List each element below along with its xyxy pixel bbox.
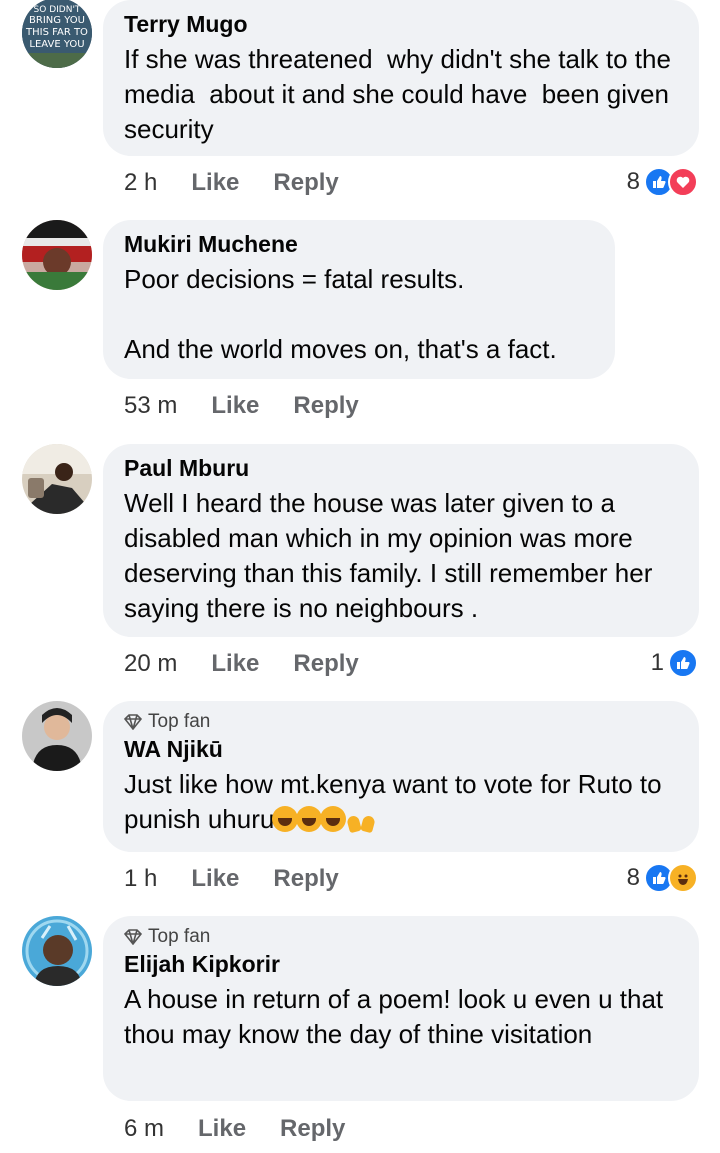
comment-bubble: Paul Mburu Well I heard the house was la…	[103, 444, 699, 637]
avatar[interactable]	[22, 916, 92, 986]
comment-text: Poor decisions = fatal results. And the …	[124, 264, 557, 364]
comment-text-content: Just like how mt.kenya want to vote for …	[124, 769, 669, 834]
diamond-icon	[124, 929, 142, 945]
comment-bubble: Top fan WA Njikū Just like how mt.kenya …	[103, 701, 699, 852]
comment-timestamp[interactable]: 1 h	[124, 865, 157, 893]
top-fan-label: Top fan	[148, 711, 211, 732]
top-fan-badge: Top fan	[124, 926, 679, 948]
comment-text: Just like how mt.kenya want to vote for …	[124, 767, 679, 837]
commenter-name[interactable]: Elijah Kipkorir	[124, 950, 679, 978]
comment-bubble: Terry Mugo If she was threatened why did…	[103, 0, 699, 156]
svg-text:SO DIDN'T: SO DIDN'T	[34, 5, 81, 15]
like-button[interactable]: Like	[191, 169, 239, 197]
svg-text:LEAVE YOU: LEAVE YOU	[29, 39, 84, 50]
svg-text:THIS FAR TO: THIS FAR TO	[25, 27, 88, 38]
love-reaction-icon	[668, 167, 698, 197]
comment-bubble: Mukiri Muchene Poor decisions = fatal re…	[103, 220, 615, 379]
top-fan-badge: Top fan	[124, 711, 679, 733]
reaction-count: 1	[650, 649, 664, 676]
reply-button[interactable]: Reply	[293, 392, 358, 420]
like-button[interactable]: Like	[198, 1115, 246, 1143]
comment-actions: 20 m Like Reply	[124, 650, 393, 678]
comment-text: Well I heard the house was later given t…	[124, 488, 660, 623]
diamond-icon	[124, 714, 142, 730]
commenter-name[interactable]: Mukiri Muchene	[124, 230, 595, 258]
comment-bubble: Top fan Elijah Kipkorir A house in retur…	[103, 916, 699, 1101]
reaction-summary[interactable]: 1	[651, 648, 698, 678]
reply-button[interactable]: Reply	[273, 169, 338, 197]
comment-timestamp[interactable]: 53 m	[124, 392, 177, 420]
comment-text: A house in return of a poem! look u even…	[124, 984, 671, 1049]
reply-button[interactable]: Reply	[293, 650, 358, 678]
commenter-name[interactable]: Terry Mugo	[124, 10, 679, 38]
like-button[interactable]: Like	[211, 392, 259, 420]
laughing-emoji-icon	[272, 806, 299, 832]
avatar[interactable]	[22, 701, 92, 771]
comment-timestamp[interactable]: 2 h	[124, 169, 157, 197]
like-button[interactable]: Like	[191, 865, 239, 893]
reaction-count: 8	[626, 864, 640, 891]
comment-actions: 6 m Like Reply	[124, 1115, 379, 1143]
like-button[interactable]: Like	[211, 650, 259, 678]
reply-button[interactable]: Reply	[280, 1115, 345, 1143]
avatar[interactable]	[22, 220, 92, 290]
rolling-laughing-emoji-icon	[320, 806, 347, 832]
reaction-summary[interactable]: 8	[627, 863, 698, 893]
comment-timestamp[interactable]: 6 m	[124, 1115, 164, 1143]
avatar[interactable]	[22, 444, 92, 514]
comment-actions: 1 h Like Reply	[124, 865, 373, 893]
svg-text:BRING YOU: BRING YOU	[29, 15, 85, 26]
laughing-emoji-icon	[296, 806, 323, 832]
avatar[interactable]: SO DIDN'T BRING YOU THIS FAR TO LEAVE YO…	[22, 0, 92, 68]
comment-actions: 53 m Like Reply	[124, 392, 393, 420]
top-fan-label: Top fan	[148, 926, 211, 947]
comment-actions: 2 h Like Reply	[124, 169, 373, 197]
commenter-name[interactable]: Paul Mburu	[124, 454, 679, 482]
raised-hands-emoji-icon	[346, 808, 376, 832]
reaction-count: 8	[626, 168, 640, 195]
comment-timestamp[interactable]: 20 m	[124, 650, 177, 678]
commenter-name[interactable]: WA Njikū	[124, 735, 679, 763]
reply-button[interactable]: Reply	[273, 865, 338, 893]
reaction-summary[interactable]: 8	[627, 167, 698, 197]
haha-reaction-icon	[668, 863, 698, 893]
comment-text: If she was threatened why didn't she tal…	[124, 44, 679, 144]
like-reaction-icon	[668, 648, 698, 678]
